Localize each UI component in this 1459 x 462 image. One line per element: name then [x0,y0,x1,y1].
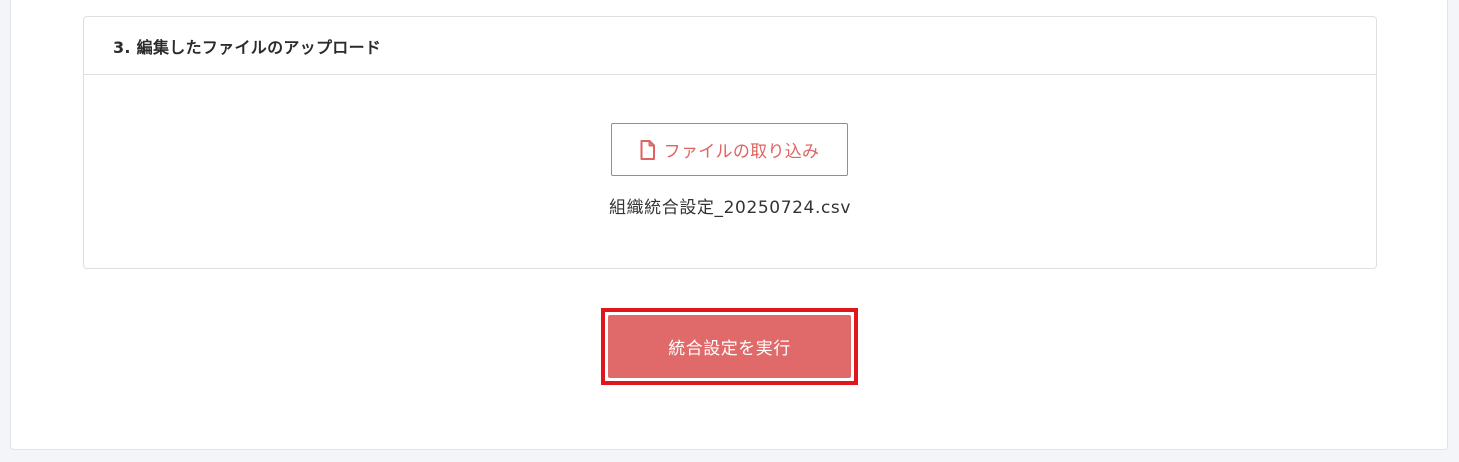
import-file-button[interactable]: ファイルの取り込み [611,123,848,176]
section-header: 3. 編集したファイルのアップロード [84,17,1376,75]
upload-section-card: 3. 編集したファイルのアップロード ファイルの取り込み 組織統合設定_2025… [83,16,1377,269]
section-title: 3. 編集したファイルのアップロード [113,37,382,57]
import-file-label: ファイルの取り込み [663,142,820,162]
section-body: ファイルの取り込み 組織統合設定_20250724.csv [84,75,1376,269]
execute-button-highlight: 統合設定を実行 [601,308,858,385]
file-icon [640,139,655,160]
execute-merge-button[interactable]: 統合設定を実行 [608,315,851,378]
selected-file-name: 組織統合設定_20250724.csv [608,198,852,218]
